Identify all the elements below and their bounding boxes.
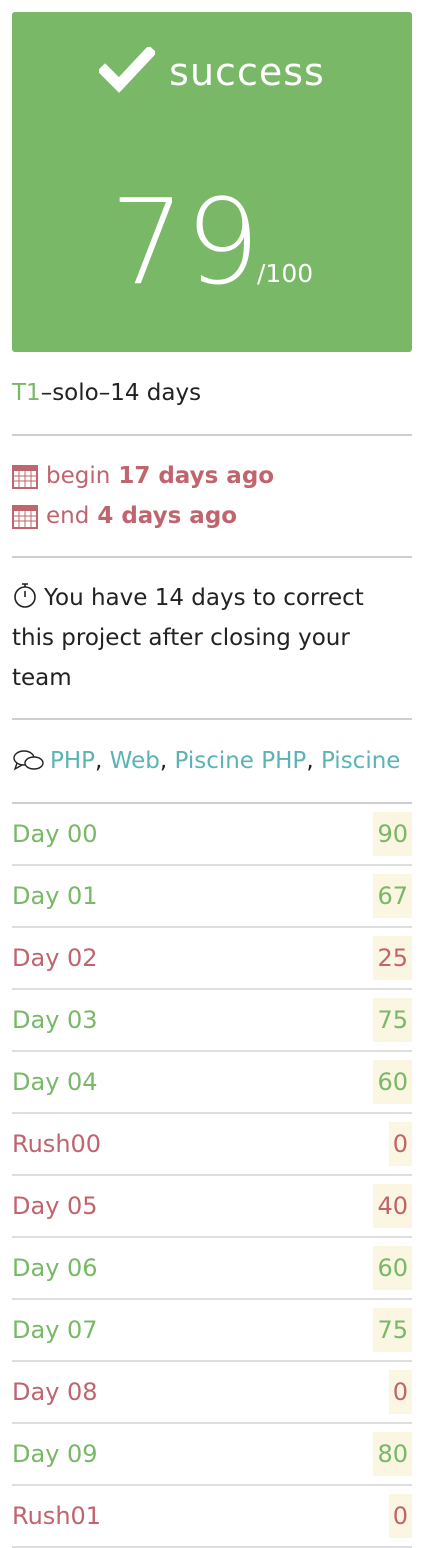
project-name[interactable]: Day 06 <box>12 1254 98 1282</box>
correction-text: You have 14 days to correct this project… <box>12 585 364 691</box>
list-item[interactable]: Day 03 75 <box>12 990 412 1052</box>
list-item[interactable]: Day 01 67 <box>12 866 412 928</box>
project-name[interactable]: Day 04 <box>12 1068 98 1096</box>
project-mark: 60 <box>373 1246 412 1290</box>
result-card: success 79 /100 <box>12 12 412 352</box>
status-text: success <box>169 50 325 94</box>
project-mark: 60 <box>373 1060 412 1104</box>
project-mark: 0 <box>388 1370 412 1414</box>
project-mark: 25 <box>373 936 412 980</box>
separator-1: – <box>40 380 53 406</box>
project-mark: 80 <box>373 1432 412 1476</box>
project-name[interactable]: Day 07 <box>12 1316 98 1344</box>
check-icon <box>99 46 156 93</box>
list-item[interactable]: Day 07 75 <box>12 1300 412 1362</box>
correction-note: You have 14 days to correct this project… <box>12 558 412 718</box>
project-list: Day 00 90 Day 01 67 Day 02 25 Day 03 75 Day … <box>12 804 412 1548</box>
project-mark: 67 <box>373 874 412 918</box>
project-mark: 0 <box>388 1494 412 1538</box>
begin-value: 17 days ago <box>118 463 275 489</box>
tags: PHP, Web, Piscine PHP, Piscine <box>12 720 412 802</box>
list-item[interactable]: Rush00 0 <box>12 1114 412 1176</box>
type-code: T1 <box>12 380 41 406</box>
project-name[interactable]: Day 00 <box>12 820 98 848</box>
project-mark: 0 <box>388 1122 412 1166</box>
stopwatch-icon <box>14 583 36 608</box>
separator-2: – <box>98 380 111 406</box>
project-mark: 75 <box>373 1308 412 1352</box>
project-mark: 75 <box>373 998 412 1042</box>
project-name[interactable]: Rush01 <box>12 1502 101 1530</box>
project-name[interactable]: Day 08 <box>12 1378 98 1406</box>
project-name[interactable]: Rush00 <box>12 1130 101 1158</box>
begin-label: begin <box>46 463 111 489</box>
end-label: end <box>46 503 90 529</box>
list-item[interactable]: Day 00 90 <box>12 804 412 866</box>
project-name[interactable]: Day 02 <box>12 944 98 972</box>
list-item[interactable]: Day 05 40 <box>12 1176 412 1238</box>
score-max: /100 <box>257 259 314 288</box>
tag-php[interactable]: PHP <box>50 748 95 774</box>
tag-web[interactable]: Web <box>110 748 160 774</box>
list-item[interactable]: Rush01 0 <box>12 1486 412 1548</box>
tag-piscine[interactable]: Piscine <box>321 748 401 774</box>
project-mark: 40 <box>373 1184 412 1228</box>
calendar-icon <box>12 505 38 529</box>
calendar-icon <box>12 465 38 489</box>
list-item[interactable]: Day 02 25 <box>12 928 412 990</box>
project-info: T1 – solo – 14 days <box>12 352 412 434</box>
project-name[interactable]: Day 01 <box>12 882 98 910</box>
project-name[interactable]: Day 09 <box>12 1440 98 1468</box>
mode: solo <box>52 380 99 406</box>
tag-piscine-php[interactable]: Piscine PHP <box>174 748 306 774</box>
list-item[interactable]: Day 08 0 <box>12 1362 412 1424</box>
project-name[interactable]: Day 03 <box>12 1006 98 1034</box>
end-row: end 4 days ago <box>12 496 412 536</box>
list-item[interactable]: Day 04 60 <box>12 1052 412 1114</box>
list-item[interactable]: Day 09 80 <box>12 1424 412 1486</box>
project-name[interactable]: Day 05 <box>12 1192 98 1220</box>
chat-icon <box>13 750 44 771</box>
duration: 14 days <box>110 380 202 406</box>
project-summary: success 79 /100 T1 – solo – 14 days begi… <box>12 12 412 1548</box>
project-mark: 90 <box>373 812 412 856</box>
result-status: success <box>12 46 412 94</box>
end-value: 4 days ago <box>97 503 238 529</box>
score-value: 79 <box>110 173 261 311</box>
list-item[interactable]: Day 06 60 <box>12 1238 412 1300</box>
begin-row: begin 17 days ago <box>12 456 412 496</box>
dates: begin 17 days ago end 4 days ago <box>12 436 412 556</box>
